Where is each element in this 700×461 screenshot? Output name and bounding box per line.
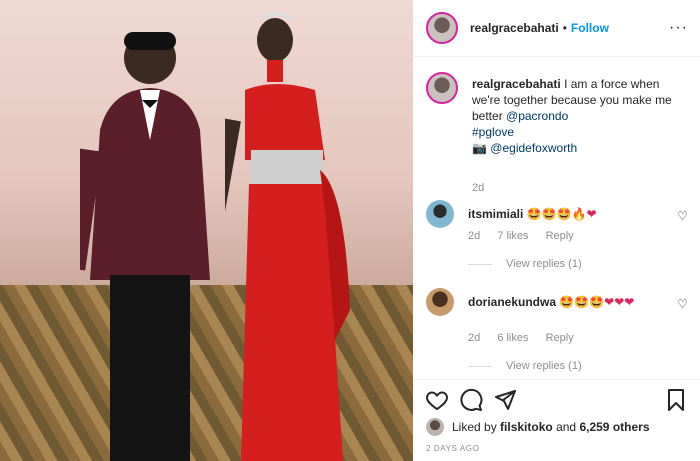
comment-likes[interactable]: 7 likes <box>497 230 528 242</box>
post-details-panel: realgracebahati • Follow ··· realgraceba… <box>413 0 700 461</box>
header-separator: • <box>562 21 567 35</box>
post-actions: Liked by filskitoko and 6,259 others 2 D… <box>413 379 700 461</box>
commenter-username[interactable]: itsmimiali <box>468 207 523 221</box>
caption-hashtag-link[interactable]: #pglove <box>472 125 514 139</box>
liked-by-suffix: and <box>556 420 577 434</box>
post-date[interactable]: 2 DAYS AGO <box>426 444 479 453</box>
caption-text: realgracebahati I am a force when we're … <box>472 76 687 156</box>
comment-body: 🤩🤩🤩❤❤❤ <box>559 295 635 309</box>
like-heart-icon[interactable] <box>425 388 449 412</box>
comment-likes[interactable]: 6 likes <box>497 332 528 344</box>
comment-reply-button[interactable]: Reply <box>546 230 574 242</box>
comment-reply-button[interactable]: Reply <box>546 332 574 344</box>
author-avatar[interactable] <box>426 12 458 44</box>
comment-text: itsmimiali 🤩🤩🤩🔥❤ <box>468 206 668 222</box>
comment-time: 2d <box>468 230 481 242</box>
caption-author-avatar[interactable] <box>426 72 458 104</box>
caption-mention-link[interactable]: @pacrondo <box>506 109 568 123</box>
comment-bubble-icon[interactable] <box>459 388 483 412</box>
commenter-avatar[interactable] <box>426 200 454 228</box>
comment-text: dorianekundwa 🤩🤩🤩❤❤❤ <box>468 294 668 310</box>
view-replies-label[interactable]: View replies (1) <box>506 360 582 372</box>
commenter-username[interactable]: dorianekundwa <box>468 295 556 309</box>
caption-credit-link[interactable]: @egidefoxworth <box>490 141 577 155</box>
view-replies-button[interactable]: View replies (1) <box>468 360 582 372</box>
caption-username[interactable]: realgracebahati <box>472 77 561 91</box>
post-photo[interactable] <box>0 0 413 461</box>
liker-avatar[interactable] <box>426 418 444 436</box>
liked-by-summary: Liked by filskitoko and 6,259 others <box>426 418 650 436</box>
comments-section[interactable]: realgracebahati I am a force when we're … <box>413 58 700 378</box>
view-replies-line <box>468 263 492 265</box>
comment-meta: 2d 6 likes Reply <box>468 332 588 344</box>
comment-meta: 2d 7 likes Reply <box>468 230 588 242</box>
liked-by-prefix: Liked by <box>452 420 497 434</box>
save-bookmark-icon[interactable] <box>664 388 688 412</box>
author-username[interactable]: realgracebahati <box>470 21 559 35</box>
view-replies-label[interactable]: View replies (1) <box>506 258 582 270</box>
comment-like-heart-icon[interactable]: ♡ <box>677 297 688 311</box>
comment-like-heart-icon[interactable]: ♡ <box>677 209 688 223</box>
commenter-avatar[interactable] <box>426 288 454 316</box>
comment-time: 2d <box>468 332 481 344</box>
follow-button[interactable]: Follow <box>571 21 609 35</box>
liked-by-others-count[interactable]: 6,259 others <box>579 420 649 434</box>
view-replies-line <box>468 365 492 367</box>
caption-time: 2d <box>472 182 485 194</box>
photo-woman-figure <box>225 12 350 461</box>
share-paper-plane-icon[interactable] <box>493 388 517 412</box>
comment-body: 🤩🤩🤩🔥❤ <box>526 207 597 221</box>
post-header: realgracebahati • Follow ··· <box>413 0 700 57</box>
more-options-icon[interactable]: ··· <box>669 19 688 37</box>
view-replies-button[interactable]: View replies (1) <box>468 258 582 270</box>
camera-icon: 📷 <box>472 141 487 155</box>
photo-man-figure <box>80 32 210 461</box>
liked-by-username[interactable]: filskitoko <box>500 420 553 434</box>
